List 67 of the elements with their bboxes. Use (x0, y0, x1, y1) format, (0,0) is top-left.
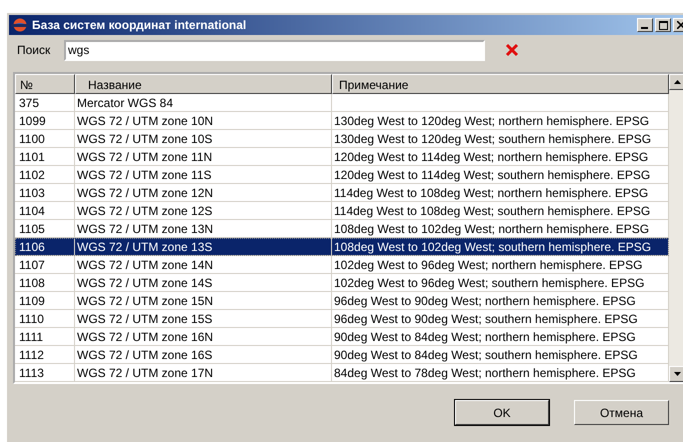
table-cell: 114deg West to 108deg West; northern hemisphere. EPSG (332, 184, 669, 202)
table-cell: 1107 (15, 256, 75, 274)
search-field[interactable]: wgs (64, 40, 485, 60)
table-cell: 114deg West to 108deg West; southern hemisphere. EPSG (332, 202, 669, 220)
table-row[interactable]: 1103 WGS 72 / UTM zone 12N 114deg West to 108deg West; northern hemisphere. EPSG (15, 184, 669, 202)
table-cell: 108deg West to 102deg West; southern hemisphere. EPSG (332, 238, 669, 256)
table-cell: WGS 72 / UTM zone 13S (75, 238, 332, 256)
table-cell: 1099 (15, 112, 75, 130)
table-cell: 96deg West to 90deg West; northern hemisphere. EPSG (332, 292, 669, 310)
table-cell: WGS 72 / UTM zone 10N (75, 112, 332, 130)
table-row[interactable]: 375 Mercator WGS 84 (15, 94, 669, 112)
table-cell: WGS 72 / UTM zone 17N (75, 364, 332, 382)
table-cell: 84deg West to 78deg West; northern hemisphere. EPSG (332, 364, 669, 382)
table-cell: 1106 (15, 238, 75, 256)
table-cell: 130deg West to 120deg West; northern hemisphere. EPSG (332, 112, 669, 130)
table-row[interactable]: 1101 WGS 72 / UTM zone 11N 120deg West to 114deg West; northern hemisphere. EPSG (15, 148, 669, 166)
table-cell: WGS 72 / UTM zone 12N (75, 184, 332, 202)
table-cell: 120deg West to 114deg West; southern hemisphere. EPSG (332, 166, 669, 184)
table-cell: 120deg West to 114deg West; northern hemisphere. EPSG (332, 148, 669, 166)
table-cell: 102deg West to 96deg West; southern hemisphere. EPSG (332, 274, 669, 292)
column-header[interactable]: № (15, 74, 75, 94)
table-cell: 1103 (15, 184, 75, 202)
table-row[interactable]: 1110 WGS 72 / UTM zone 15S 96deg West to 90deg West; southern hemisphere. EPSG (15, 310, 669, 328)
table-cell: WGS 72 / UTM zone 15S (75, 310, 332, 328)
ok-button[interactable]: OK (455, 400, 549, 425)
table-row[interactable]: 1109 WGS 72 / UTM zone 15N 96deg West to 90deg West; northern hemisphere. EPSG (15, 292, 669, 310)
table-row[interactable]: 1111 WGS 72 / UTM zone 16N 90deg West to 84deg West; northern hemisphere. EPSG (15, 328, 669, 346)
table-cell: WGS 72 / UTM zone 16N (75, 328, 332, 346)
table-cell: WGS 72 / UTM zone 11N (75, 148, 332, 166)
table-row[interactable]: 1100 WGS 72 / UTM zone 10S 130deg West to 120deg West; southern hemisphere. EPSG (15, 130, 669, 148)
table-cell: 1101 (15, 148, 75, 166)
table-cell: 90deg West to 84deg West; northern hemisphere. EPSG (332, 328, 669, 346)
table-row[interactable]: 1107 WGS 72 / UTM zone 14N 102deg West to 96deg West; northern hemisphere. EPSG (15, 256, 669, 274)
table-cell: WGS 72 / UTM zone 16S (75, 346, 332, 364)
table-cell: 1110 (15, 310, 75, 328)
table-cell: 90deg West to 84deg West; southern hemisphere. EPSG (332, 346, 669, 364)
table-cell: WGS 72 / UTM zone 15N (75, 292, 332, 310)
table-row[interactable]: 1102 WGS 72 / UTM zone 11S 120deg West to 114deg West; southern hemisphere. EPSG (15, 166, 669, 184)
table-row[interactable]: 1106 WGS 72 / UTM zone 13S 108deg West to 102deg West; southern hemisphere. EPSG (15, 238, 669, 256)
table-cell: 1102 (15, 166, 75, 184)
table-row[interactable]: 1108 WGS 72 / UTM zone 14S 102deg West to 96deg West; southern hemisphere. EPSG (15, 274, 669, 292)
column-header[interactable]: Примечание (332, 74, 669, 94)
table-row[interactable]: 1112 WGS 72 / UTM zone 16S 90deg West to 84deg West; southern hemisphere. EPSG (15, 346, 669, 364)
table-cell: 375 (15, 94, 75, 112)
table-cell: WGS 72 / UTM zone 14S (75, 274, 332, 292)
table-cell: 1100 (15, 130, 75, 148)
table-cell: 1104 (15, 202, 75, 220)
table-cell: WGS 72 / UTM zone 14N (75, 256, 332, 274)
window-title: База систем координат international (32, 18, 248, 32)
table-cell: 1108 (15, 274, 75, 292)
table-cell: 102deg West to 96deg West; northern hemisphere. EPSG (332, 256, 669, 274)
search-label: Поиск (17, 43, 52, 57)
table-cell: Mercator WGS 84 (75, 94, 332, 112)
table-cell: 1112 (15, 346, 75, 364)
table-cell: WGS 72 / UTM zone 10S (75, 130, 332, 148)
column-header[interactable]: Название (75, 74, 332, 94)
table-cell: 1111 (15, 328, 75, 346)
table-cell: 96deg West to 90deg West; southern hemisphere. EPSG (332, 310, 669, 328)
table-cell: WGS 72 / UTM zone 11S (75, 166, 332, 184)
table-cell: 130deg West to 120deg West; southern hemisphere. EPSG (332, 130, 669, 148)
table-row[interactable]: 1113 WGS 72 / UTM zone 17N 84deg West to 78deg West; northern hemisphere. EPSG (15, 364, 669, 382)
table-cell: WGS 72 / UTM zone 12S (75, 202, 332, 220)
table-cell: 1109 (15, 292, 75, 310)
cancel-button[interactable]: Отмена (574, 400, 669, 425)
table-cell: 1113 (15, 364, 75, 382)
table-row[interactable]: 1099 WGS 72 / UTM zone 10N 130deg West to 120deg West; northern hemisphere. EPSG (15, 112, 669, 130)
table-row[interactable]: 1104 WGS 72 / UTM zone 12S 114deg West to 108deg West; southern hemisphere. EPSG (15, 202, 669, 220)
